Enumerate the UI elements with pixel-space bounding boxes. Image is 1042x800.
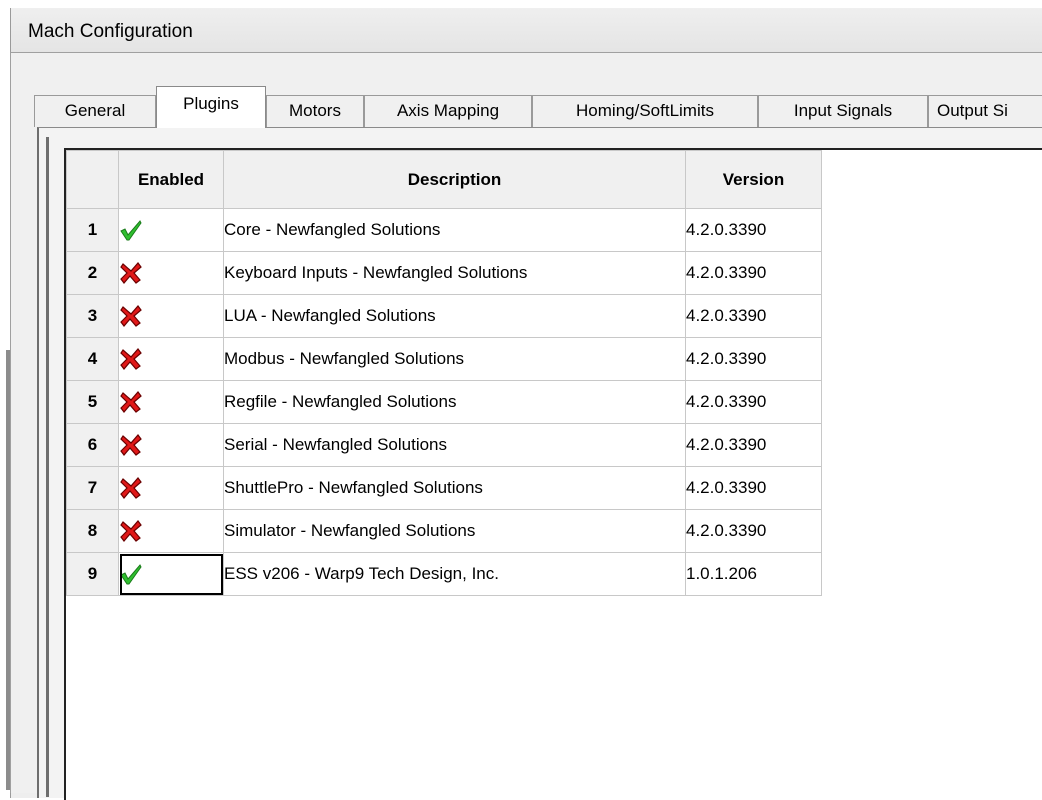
description-cell: Regfile - Newfangled Solutions xyxy=(223,380,686,424)
row-number[interactable]: 5 xyxy=(66,380,119,424)
enabled-cell[interactable] xyxy=(118,466,224,510)
version-cell: 4.2.0.3390 xyxy=(685,380,822,424)
header-version[interactable]: Version xyxy=(685,150,822,209)
version-cell: 1.0.1.206 xyxy=(685,552,822,596)
enabled-cell[interactable] xyxy=(118,552,224,596)
red-x-icon xyxy=(119,476,143,500)
version-cell: 4.2.0.3390 xyxy=(685,208,822,252)
description-cell: Serial - Newfangled Solutions xyxy=(223,423,686,467)
title-bar[interactable]: Mach Configuration xyxy=(11,8,1042,54)
red-x-icon xyxy=(119,433,143,457)
version-cell: 4.2.0.3390 xyxy=(685,509,822,553)
description-cell: ShuttlePro - Newfangled Solutions xyxy=(223,466,686,510)
checkmark-icon xyxy=(119,218,143,242)
description-cell: ESS v206 - Warp9 Tech Design, Inc. xyxy=(223,552,686,596)
table-row[interactable]: 8 Simulator - Newfangled Solutions 4.2.0.3… xyxy=(66,509,822,553)
table-row[interactable]: 3 LUA - Newfangled Solutions 4.2.0.3390 xyxy=(66,294,822,338)
row-number[interactable]: 7 xyxy=(66,466,119,510)
tab-general[interactable]: General xyxy=(34,95,156,127)
version-cell: 4.2.0.3390 xyxy=(685,294,822,338)
enabled-cell[interactable] xyxy=(118,208,224,252)
tab-input-signals[interactable]: Input Signals xyxy=(758,95,928,127)
tab-homing-softlimits[interactable]: Homing/SoftLimits xyxy=(532,95,758,127)
description-cell: Keyboard Inputs - Newfangled Solutions xyxy=(223,251,686,295)
table-row[interactable]: 4 Modbus - Newfangled Solutions 4.2.0.3390 xyxy=(66,337,822,381)
grid-header-row: Enabled Description Version xyxy=(66,150,822,209)
plugins-grid: Enabled Description Version 1 Core - Newf… xyxy=(66,150,822,596)
enabled-cell[interactable] xyxy=(118,251,224,295)
red-x-icon xyxy=(119,390,143,414)
version-cell: 4.2.0.3390 xyxy=(685,466,822,510)
enabled-cell[interactable] xyxy=(118,294,224,338)
panel-divider xyxy=(46,137,49,797)
description-cell: Core - Newfangled Solutions xyxy=(223,208,686,252)
description-cell: LUA - Newfangled Solutions xyxy=(223,294,686,338)
tab-axis-mapping[interactable]: Axis Mapping xyxy=(364,95,532,127)
grid-corner[interactable] xyxy=(66,150,119,209)
row-number[interactable]: 4 xyxy=(66,337,119,381)
tab-plugins[interactable]: Plugins xyxy=(156,86,266,128)
version-cell: 4.2.0.3390 xyxy=(685,251,822,295)
row-number[interactable]: 1 xyxy=(66,208,119,252)
window-title: Mach Configuration xyxy=(28,21,193,42)
row-number[interactable]: 8 xyxy=(66,509,119,553)
table-row[interactable]: 7 ShuttlePro - Newfangled Solutions 4.2.0.… xyxy=(66,466,822,510)
red-x-icon xyxy=(119,347,143,371)
table-row[interactable]: 2 Keyboard Inputs - Newfangled Solutions 4… xyxy=(66,251,822,295)
tab-motors[interactable]: Motors xyxy=(266,95,364,127)
row-number[interactable]: 9 xyxy=(66,552,119,596)
row-number[interactable]: 2 xyxy=(66,251,119,295)
description-cell: Simulator - Newfangled Solutions xyxy=(223,509,686,553)
enabled-cell[interactable] xyxy=(118,337,224,381)
table-row[interactable]: 5 Regfile - Newfangled Solutions 4.2.0.339… xyxy=(66,380,822,424)
table-row[interactable]: 9 ESS v206 - Warp9 Tech Design, Inc. 1.0.1… xyxy=(66,552,822,596)
enabled-cell[interactable] xyxy=(118,380,224,424)
red-x-icon xyxy=(119,519,143,543)
row-number[interactable]: 3 xyxy=(66,294,119,338)
row-number[interactable]: 6 xyxy=(66,423,119,467)
table-row[interactable]: 6 Serial - Newfangled Solutions 4.2.0.3390 xyxy=(66,423,822,467)
enabled-cell[interactable] xyxy=(118,509,224,553)
tab-output-signals[interactable]: Output Si xyxy=(928,95,1042,127)
red-x-icon xyxy=(119,304,143,328)
header-description[interactable]: Description xyxy=(223,150,686,209)
red-x-icon xyxy=(119,261,143,285)
table-row[interactable]: 1 Core - Newfangled Solutions 4.2.0.3390 xyxy=(66,208,822,252)
version-cell: 4.2.0.3390 xyxy=(685,337,822,381)
enabled-cell[interactable] xyxy=(118,423,224,467)
checkmark-icon xyxy=(119,562,143,586)
header-enabled[interactable]: Enabled xyxy=(118,150,224,209)
description-cell: Modbus - Newfangled Solutions xyxy=(223,337,686,381)
version-cell: 4.2.0.3390 xyxy=(685,423,822,467)
